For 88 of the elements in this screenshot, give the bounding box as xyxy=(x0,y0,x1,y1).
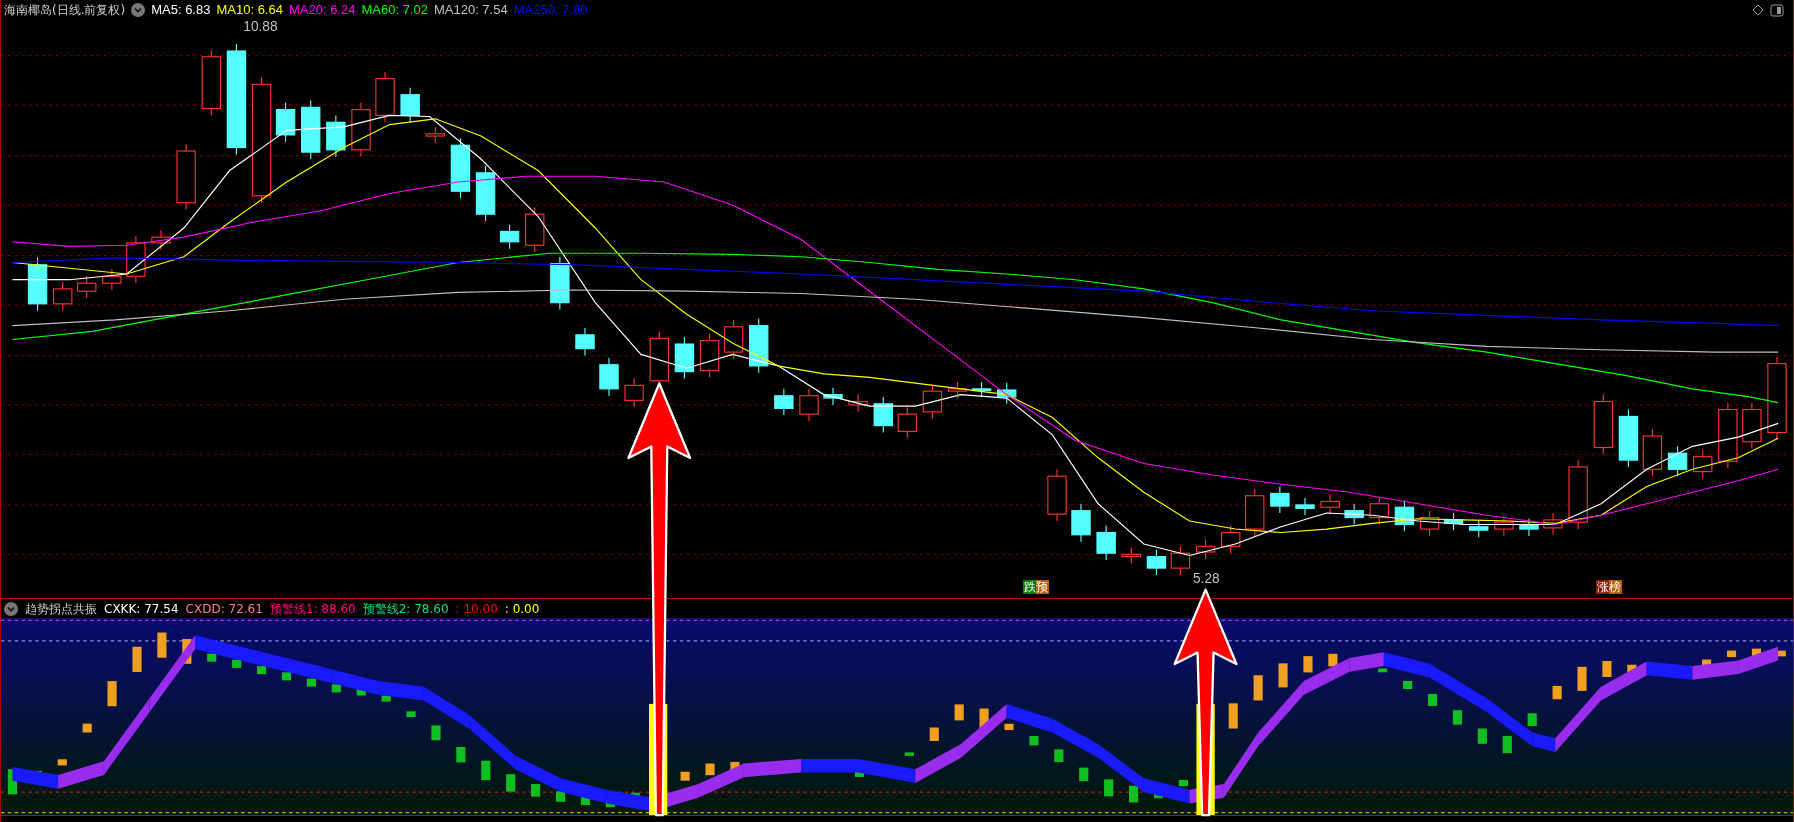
candlestick xyxy=(525,206,545,253)
candlestick xyxy=(1295,497,1315,516)
candlestick xyxy=(1121,546,1141,565)
candlestick xyxy=(1394,499,1415,532)
candlestick xyxy=(425,126,445,144)
indicator-value: 预警线2: 78.60 xyxy=(362,600,449,618)
candlestick xyxy=(1369,496,1389,526)
candlestick xyxy=(102,268,122,291)
candlestick xyxy=(1693,449,1713,480)
candlestick xyxy=(749,318,769,374)
candlestick xyxy=(1593,394,1613,455)
candlestick xyxy=(971,381,992,398)
candlestick xyxy=(176,143,196,211)
indicator-value: : 10.00 xyxy=(455,600,498,618)
moving-average-value: MA20: 6.24 xyxy=(288,1,356,20)
candlestick xyxy=(375,71,395,123)
candlestick xyxy=(774,388,794,416)
candlestick xyxy=(1642,428,1663,477)
candlestick xyxy=(1443,512,1464,531)
candlestick xyxy=(550,256,570,311)
moving-average-value: MA120: 7.54 xyxy=(433,1,508,20)
indicator-value: CXKK: 77.54 xyxy=(104,600,179,618)
candlestick xyxy=(275,102,296,143)
diamond-icon[interactable] xyxy=(1752,4,1764,16)
panel-toggle-icon[interactable] xyxy=(1770,3,1784,17)
dropdown-icon[interactable] xyxy=(4,601,18,616)
candlestick xyxy=(1667,445,1688,477)
candlestick xyxy=(1469,519,1489,538)
low-price-label: 5.28 xyxy=(1193,571,1220,587)
candlestick xyxy=(848,394,868,413)
stock-title: 海南椰岛(日线.前复权) xyxy=(4,2,126,19)
indicator-value: : 0.00 xyxy=(504,600,540,618)
candlestick xyxy=(624,377,644,408)
candlestick xyxy=(1742,402,1762,450)
candlestick xyxy=(400,87,420,123)
candlestick xyxy=(77,275,97,299)
candlestick xyxy=(53,281,73,312)
candlestick xyxy=(1195,538,1216,560)
candlestick xyxy=(599,357,619,397)
candlestick xyxy=(1494,514,1514,537)
candlestick xyxy=(450,137,471,199)
high-price-label: 10.88 xyxy=(243,20,278,35)
candlestick xyxy=(799,388,819,422)
candlestick xyxy=(499,223,520,250)
candlestick xyxy=(922,383,943,420)
candlestick xyxy=(351,102,371,158)
candlestick xyxy=(674,336,695,380)
candlestick xyxy=(201,49,221,116)
candlestick xyxy=(151,229,171,251)
candlestick xyxy=(1344,503,1364,526)
moving-average-value: MA10: 6.64 xyxy=(216,1,283,20)
signal-tag: 跌预 xyxy=(1023,580,1049,594)
candlestick xyxy=(475,165,496,222)
candlestick xyxy=(27,257,48,312)
candlestick xyxy=(1519,518,1539,537)
candlestick xyxy=(326,114,346,158)
candlestick xyxy=(997,382,1017,405)
candlestick xyxy=(1146,549,1167,576)
candlestick xyxy=(126,235,146,284)
candlestick xyxy=(1618,408,1639,468)
candlestick xyxy=(1071,503,1091,543)
moving-average-value: MA60: 7.02 xyxy=(361,1,428,20)
candlestick xyxy=(897,406,917,439)
candlestick xyxy=(1718,402,1738,469)
moving-average-value: MA250: 7.80 xyxy=(513,1,588,20)
dropdown-icon[interactable] xyxy=(131,3,146,17)
candlestick xyxy=(947,381,968,399)
candlestick xyxy=(723,319,744,360)
candlestick xyxy=(1096,525,1116,561)
moving-average-value: MA5: 6.83 xyxy=(151,1,211,20)
candlestick xyxy=(1170,545,1191,576)
indicator-title: 趋势拐点共振 xyxy=(25,600,97,618)
candlestick xyxy=(1221,525,1241,554)
candlestick xyxy=(823,387,843,406)
candlestick xyxy=(1320,494,1340,515)
candlestick xyxy=(699,333,720,378)
candlestick xyxy=(1419,510,1440,537)
candlestick xyxy=(1568,459,1588,530)
indicator-value: 预警线1: 88.60 xyxy=(269,600,356,618)
candlestick xyxy=(1245,488,1265,537)
candlestick xyxy=(1543,512,1563,536)
candlestick xyxy=(873,396,893,434)
candlestick xyxy=(1270,485,1290,514)
indicator-value: CXDD: 72.61 xyxy=(185,600,263,618)
signal-tag: 涨榜 xyxy=(1596,580,1622,594)
candlestick xyxy=(1047,468,1067,522)
candlestick xyxy=(575,327,595,357)
candlestick xyxy=(301,99,321,160)
